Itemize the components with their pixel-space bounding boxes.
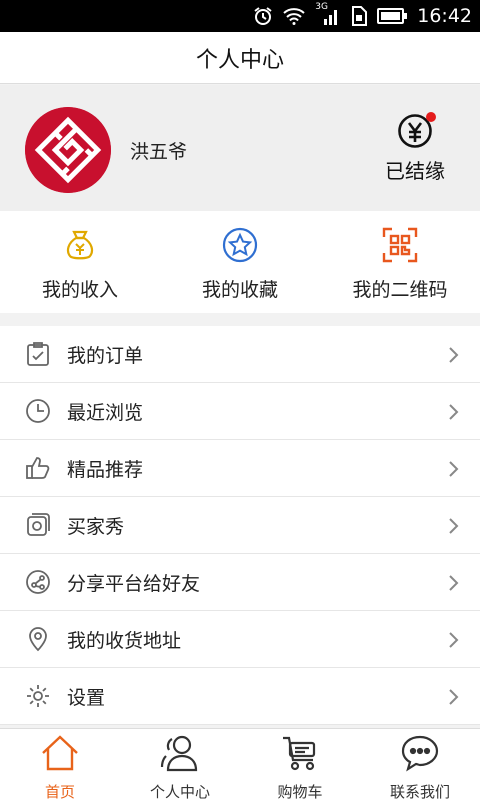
order-icon <box>27 342 49 366</box>
cart-icon <box>283 736 316 771</box>
menu-item-label: 我的订单 <box>67 344 144 367</box>
binding-button[interactable]: 已结缘 <box>380 112 450 184</box>
menu-item-recommend[interactable]: 精品推荐 <box>0 440 480 497</box>
quick-action-label: 我的收藏 <box>201 279 278 301</box>
tab-label: 个人中心 <box>149 783 210 800</box>
tab-profile[interactable]: 个人中心 <box>120 729 240 800</box>
user-icon <box>160 735 198 772</box>
bottom-tab-bar: 首页 个人中心 购物车 联系我们 <box>0 728 480 800</box>
quick-action-label: 我的收入 <box>41 279 118 301</box>
clock-time: 16:42 <box>417 5 472 27</box>
chevron-right-icon <box>449 689 459 705</box>
photo-icon <box>27 513 50 536</box>
chevron-right-icon <box>449 404 459 420</box>
menu-item-buyer-show[interactable]: 买家秀 <box>0 497 480 554</box>
menu-item-share[interactable]: 分享平台给好友 <box>0 554 480 611</box>
battery-icon <box>377 8 408 24</box>
quick-actions: 我的收入 我的收藏 我的二维码 <box>0 211 480 313</box>
menu-list: 我的订单 最近浏览 精品推荐 买家秀 分享平台给好友 我的收货地址 设置 <box>0 326 480 725</box>
wifi-icon <box>283 8 305 25</box>
chevron-right-icon <box>449 575 459 591</box>
signal-icon: 3G <box>315 2 341 26</box>
chat-icon <box>401 735 439 772</box>
quick-action-favorites[interactable]: 我的收藏 <box>160 211 320 313</box>
qr-code-icon <box>382 227 418 263</box>
chevron-right-icon <box>449 518 459 534</box>
menu-item-label: 我的收货地址 <box>67 629 182 652</box>
quick-action-income[interactable]: 我的收入 <box>0 211 160 313</box>
chevron-right-icon <box>449 347 459 363</box>
clock-icon <box>26 399 50 423</box>
menu-item-label: 分享平台给好友 <box>67 572 201 595</box>
alarm-icon <box>254 7 272 25</box>
notification-dot <box>426 112 436 122</box>
tab-label: 联系我们 <box>389 783 450 800</box>
chevron-right-icon <box>449 632 459 648</box>
home-icon <box>42 735 78 771</box>
share-icon <box>26 570 50 594</box>
username: 洪五爷 <box>130 141 188 163</box>
location-icon <box>29 627 47 652</box>
menu-item-address[interactable]: 我的收货地址 <box>0 611 480 668</box>
avatar-logo-icon <box>25 107 111 193</box>
quick-action-qrcode[interactable]: 我的二维码 <box>320 211 480 313</box>
avatar[interactable] <box>25 107 111 193</box>
profile-section: 洪五爷 已结缘 <box>0 85 480 211</box>
menu-item-history[interactable]: 最近浏览 <box>0 383 480 440</box>
menu-item-label: 最近浏览 <box>67 401 144 424</box>
menu-item-orders[interactable]: 我的订单 <box>0 326 480 383</box>
page-title: 个人中心 <box>195 47 284 73</box>
yuan-coin-icon <box>397 112 436 149</box>
menu-item-label: 设置 <box>67 686 106 709</box>
tab-label: 首页 <box>44 783 75 800</box>
sim-icon <box>352 6 368 26</box>
quick-action-label: 我的二维码 <box>352 279 448 301</box>
tab-contact[interactable]: 联系我们 <box>360 729 480 800</box>
tab-home[interactable]: 首页 <box>0 729 120 800</box>
thumbs-up-icon <box>26 457 50 479</box>
menu-item-settings[interactable]: 设置 <box>0 668 480 725</box>
chevron-right-icon <box>449 461 459 477</box>
status-bar: 3G 16:42 <box>0 0 480 32</box>
menu-item-label: 买家秀 <box>67 515 125 538</box>
binding-label: 已结缘 <box>385 159 445 183</box>
tab-cart[interactable]: 购物车 <box>240 729 360 800</box>
page-title-bar: 个人中心 <box>0 32 480 84</box>
tab-label: 购物车 <box>277 783 323 800</box>
gear-icon <box>27 685 49 707</box>
star-icon <box>222 227 258 263</box>
money-bag-icon <box>62 227 98 263</box>
menu-item-label: 精品推荐 <box>67 458 144 481</box>
